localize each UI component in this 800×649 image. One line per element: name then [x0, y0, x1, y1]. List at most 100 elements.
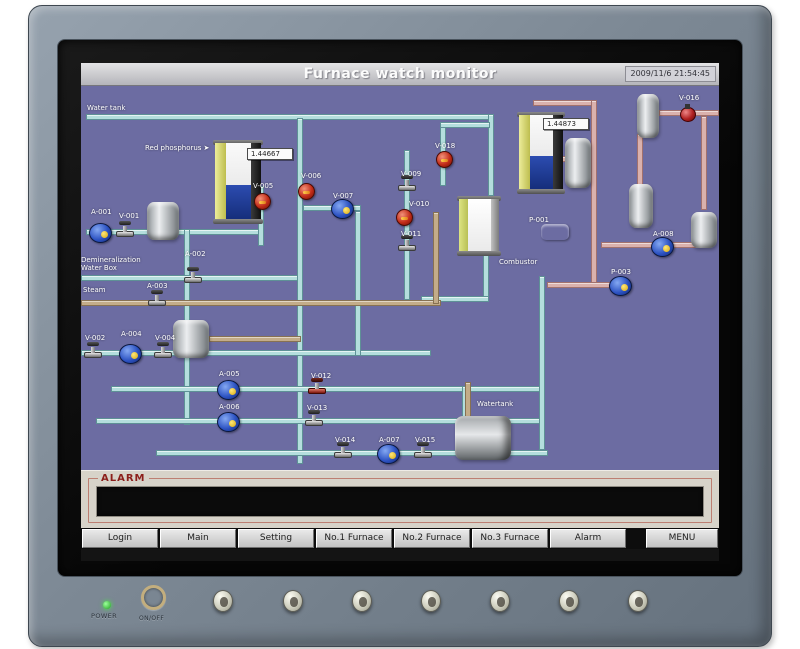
pipe-tan: [81, 300, 441, 306]
pipe-pink: [701, 116, 707, 210]
valve-stem: [91, 347, 95, 353]
diagram-label: A-004: [121, 330, 142, 338]
function-key-icon: [220, 597, 228, 607]
pipe-cyan: [86, 114, 494, 120]
nav-button-login[interactable]: Login: [82, 529, 158, 548]
clock-display: 2009/11/6 21:54:45: [625, 66, 717, 82]
diagram-label: V-011: [401, 230, 421, 238]
value-readout: 1.44667: [247, 148, 293, 160]
valve-v-014: [334, 442, 352, 458]
valve-handle: [157, 342, 169, 346]
pump-v-006: [298, 183, 315, 200]
vessel-combustor: [459, 196, 499, 256]
function-button-2[interactable]: [283, 590, 303, 612]
vessel-cylinder: [565, 138, 591, 188]
value-readout: 1.44873: [543, 118, 589, 130]
pump-p-003: [609, 276, 632, 296]
nav-button-alarm[interactable]: Alarm: [550, 529, 626, 548]
pump-a-001: [89, 223, 112, 243]
valve-v-002: [84, 342, 102, 358]
valve-v-013: [305, 410, 323, 426]
nav-button-main[interactable]: Main: [160, 529, 236, 548]
vessel-cylinder: [691, 212, 717, 248]
diagram-label: Water tank: [87, 104, 125, 112]
diagram-label: V-016: [679, 94, 699, 102]
pipe-cyan: [355, 211, 361, 356]
pump-a-006: [217, 412, 240, 432]
diagram-label: P-003: [611, 268, 631, 276]
function-key-icon: [635, 597, 643, 607]
valve-handle: [151, 290, 163, 294]
nav-button-no-3-furnace[interactable]: No.3 Furnace: [472, 529, 548, 548]
pipe-tan: [433, 212, 439, 304]
pipe-tan: [209, 336, 301, 342]
vessel-tank: [455, 416, 511, 460]
function-button-3[interactable]: [352, 590, 372, 612]
vessel-strip: [519, 115, 530, 191]
power-button[interactable]: [141, 585, 166, 610]
valve-a-003: [148, 290, 166, 306]
screen: Furnace watch monitor 2009/11/6 21:54:45…: [81, 63, 719, 561]
function-button-4[interactable]: [421, 590, 441, 612]
diagram-label: V-002: [85, 334, 105, 342]
valve-a-002: [184, 267, 202, 283]
vessel-strip: [491, 199, 499, 253]
vessel-strip: [468, 199, 491, 253]
pump-a-007: [377, 444, 400, 464]
valve-handle: [187, 267, 199, 271]
nav-button-no-1-furnace[interactable]: No.1 Furnace: [316, 529, 392, 548]
pipe-cyan: [111, 386, 545, 392]
diagram-label: Red phosphorus➤: [145, 144, 209, 152]
diagram-label: V-006: [301, 172, 321, 180]
alarm-group-label: ALARM: [98, 473, 149, 484]
diagram-label: Combustor: [499, 258, 537, 266]
function-key-icon: [497, 597, 505, 607]
vessel-cylinder: [637, 94, 659, 138]
function-key-icon: [290, 597, 298, 607]
pipe-cyan: [297, 118, 303, 464]
vessel-pump-h: [541, 224, 569, 240]
vessel-fill-level: [530, 156, 554, 191]
pipe-pink: [533, 100, 597, 106]
diagram-label: V-001: [119, 212, 139, 220]
diagram-label: V-010: [409, 200, 429, 208]
nav-button-no-2-furnace[interactable]: No.2 Furnace: [394, 529, 470, 548]
power-led: [103, 601, 111, 609]
pipe-pink: [601, 242, 699, 248]
diagram-label: V-018: [435, 142, 455, 150]
screen-frame: Furnace watch monitor 2009/11/6 21:54:45…: [58, 40, 742, 576]
diagram-label: V-013: [307, 404, 327, 412]
function-button-1[interactable]: [213, 590, 233, 612]
nav-button-setting[interactable]: Setting: [238, 529, 314, 548]
nav-button-menu[interactable]: MENU: [646, 529, 718, 548]
diagram-label: V-015: [415, 436, 435, 444]
function-button-7[interactable]: [628, 590, 648, 612]
alarm-list: [97, 487, 703, 516]
pump-v-010: [396, 209, 413, 226]
valve-stem: [155, 295, 159, 301]
function-button-5[interactable]: [490, 590, 510, 612]
pipe-pink: [637, 134, 643, 190]
pipe-pink: [591, 100, 597, 288]
arrow-right-icon: ➤: [203, 144, 209, 152]
vessel-body: [459, 199, 499, 253]
power-button-label: ON/OFF: [139, 615, 164, 622]
diagram-label: V-007: [333, 192, 353, 200]
pump-a-008: [651, 237, 674, 257]
diagram-label: P-001: [529, 216, 549, 224]
function-button-6[interactable]: [559, 590, 579, 612]
pump-v-005: [254, 193, 271, 210]
valve-stem: [161, 347, 165, 353]
pipe-cyan: [483, 254, 489, 302]
valve-v-004: [154, 342, 172, 358]
valve-stem: [341, 447, 345, 453]
valve-handle: [119, 221, 131, 225]
diagram-label: Demineralization Water Box: [81, 256, 141, 272]
diagram-label: V-012: [311, 372, 331, 380]
nav-button-row: LoginMainSettingNo.1 FurnaceNo.2 Furnace…: [81, 528, 719, 549]
monitor-bezel: Furnace watch monitor 2009/11/6 21:54:45…: [28, 5, 772, 647]
function-key-icon: [428, 597, 436, 607]
power-led-label: POWER: [91, 612, 117, 620]
vessel-strip: [459, 199, 468, 253]
function-key-icon: [359, 597, 367, 607]
